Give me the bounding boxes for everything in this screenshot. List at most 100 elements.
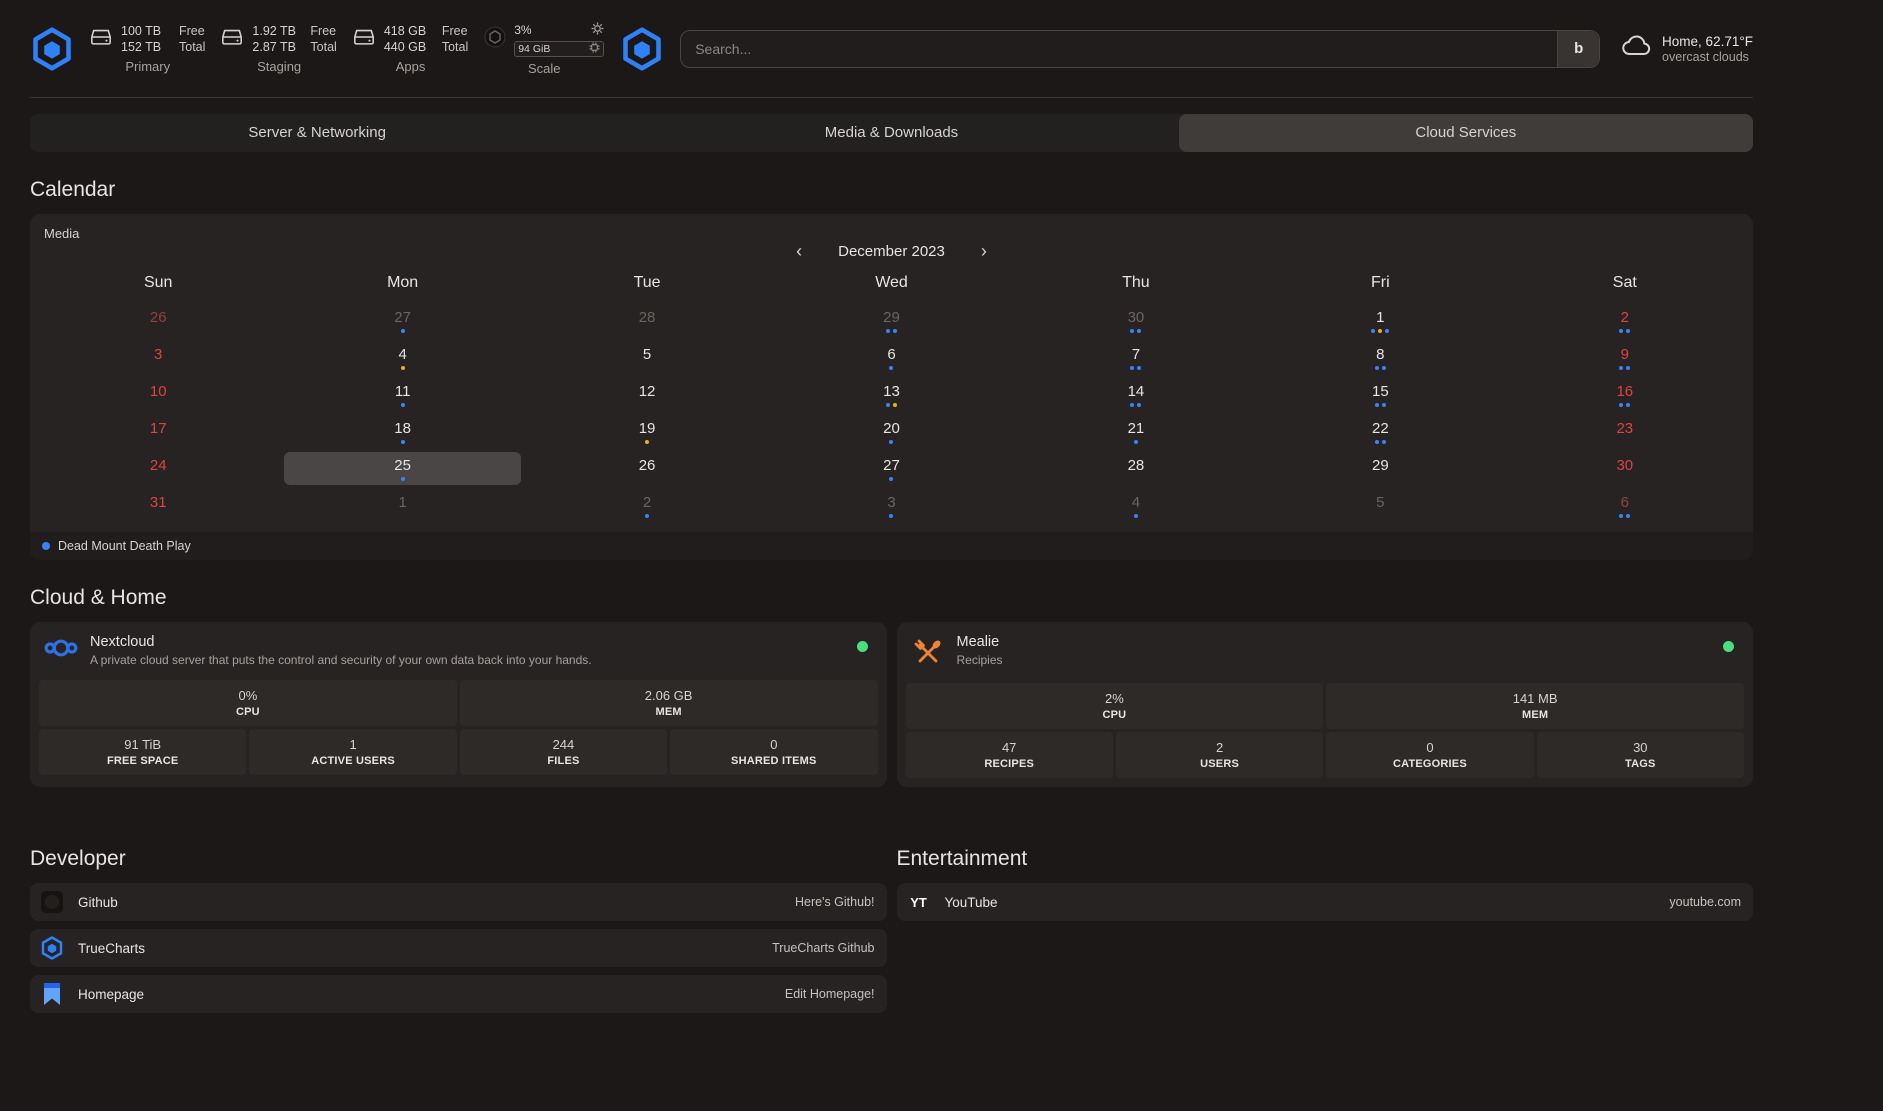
calendar-day-11[interactable]: 11 xyxy=(280,376,524,413)
search-input[interactable] xyxy=(681,41,1557,57)
resource-label: Apps xyxy=(396,59,426,74)
calendar-day-21[interactable]: 21 xyxy=(1014,413,1258,450)
calendar-day-3[interactable]: 3 xyxy=(36,339,280,376)
event-dot xyxy=(893,403,897,407)
truecharts-logo-icon[interactable] xyxy=(620,27,664,71)
calendar-day-14[interactable]: 14 xyxy=(1014,376,1258,413)
stat-files: 244FILES xyxy=(460,729,667,775)
calendar-day-12[interactable]: 12 xyxy=(525,376,769,413)
calendar-day-5[interactable]: 5 xyxy=(1258,487,1502,524)
calendar-day-28[interactable]: 28 xyxy=(525,302,769,339)
stat-value: 2 xyxy=(1216,740,1223,755)
tab-media-downloads[interactable]: Media & Downloads xyxy=(604,114,1178,152)
service-header-nextcloud[interactable]: Nextcloud A private cloud server that pu… xyxy=(39,631,878,677)
resource-value: 1.92 TB xyxy=(252,23,300,39)
weather-widget[interactable]: Home, 62.71°F overcast clouds xyxy=(1620,30,1753,67)
calendar-day-inner: 31 xyxy=(40,489,276,522)
calendar-day-28[interactable]: 28 xyxy=(1014,450,1258,487)
calendar-day-5[interactable]: 5 xyxy=(525,339,769,376)
tab-cloud-services[interactable]: Cloud Services xyxy=(1179,114,1753,152)
day-number: 25 xyxy=(394,457,411,474)
calendar-day-17[interactable]: 17 xyxy=(36,413,280,450)
entertainment-list: YT YouTube youtube.com xyxy=(897,883,1754,921)
calendar-day-inner: 23 xyxy=(1507,415,1743,448)
resource-top: 418 GBFree440 GBTotal xyxy=(353,23,468,55)
event-dots xyxy=(401,477,405,481)
stat-shared-items: 0SHARED ITEMS xyxy=(670,729,877,775)
stat-cpu: 0%CPU xyxy=(39,680,457,726)
calendar-day-26[interactable]: 26 xyxy=(36,302,280,339)
bookmark-homepage[interactable]: Homepage Edit Homepage! xyxy=(30,975,887,1013)
calendar-day-7[interactable]: 7 xyxy=(1014,339,1258,376)
day-number: 1 xyxy=(398,494,406,511)
day-number: 8 xyxy=(1376,346,1384,363)
event-dot xyxy=(1130,366,1134,370)
event-dot xyxy=(401,440,405,444)
scale-meters: 3% 94 GiB xyxy=(514,22,604,57)
day-number: 10 xyxy=(150,383,167,400)
calendar-day-inner: 4 xyxy=(284,341,520,374)
gear-icon[interactable] xyxy=(591,22,604,38)
calendar-day-29[interactable]: 29 xyxy=(769,302,1013,339)
truecharts-logo-icon[interactable] xyxy=(30,27,74,71)
stat-cpu: 2%CPU xyxy=(906,683,1324,729)
calendar-day-15[interactable]: 15 xyxy=(1258,376,1502,413)
calendar-day-29[interactable]: 29 xyxy=(1258,450,1502,487)
calendar-day-27[interactable]: 27 xyxy=(280,302,524,339)
calendar-day-30[interactable]: 30 xyxy=(1014,302,1258,339)
event-dot xyxy=(1626,403,1630,407)
calendar-day-4[interactable]: 4 xyxy=(1014,487,1258,524)
calendar-day-24[interactable]: 24 xyxy=(36,450,280,487)
nextcloud-icon xyxy=(42,636,80,660)
calendar-day-23[interactable]: 23 xyxy=(1503,413,1747,450)
calendar-day-6[interactable]: 6 xyxy=(769,339,1013,376)
calendar-day-8[interactable]: 8 xyxy=(1258,339,1502,376)
day-number: 5 xyxy=(643,346,651,363)
next-month-button[interactable]: › xyxy=(975,241,993,262)
calendar-day-20[interactable]: 20 xyxy=(769,413,1013,450)
tab-server-networking[interactable]: Server & Networking xyxy=(30,114,604,152)
event-dot xyxy=(1619,514,1623,518)
calendar-day-26[interactable]: 26 xyxy=(525,450,769,487)
search-provider-button[interactable]: b xyxy=(1557,31,1599,67)
calendar-day-inner: 11 xyxy=(284,378,520,411)
calendar-day-inner: 15 xyxy=(1262,378,1498,411)
stat-label: USERS xyxy=(1200,758,1239,770)
calendar-day-1[interactable]: 1 xyxy=(280,487,524,524)
service-header-mealie[interactable]: Mealie Recipies xyxy=(906,631,1745,680)
bookmark-description: Here's Github! xyxy=(795,895,875,909)
cpu-usage-value: 3% xyxy=(514,23,531,37)
status-dot xyxy=(1723,641,1734,652)
search-bar: b xyxy=(680,30,1600,68)
calendar-legend: Dead Mount Death Play xyxy=(30,532,1753,560)
calendar-day-3[interactable]: 3 xyxy=(769,487,1013,524)
calendar-day-30[interactable]: 30 xyxy=(1503,450,1747,487)
calendar-day-2[interactable]: 2 xyxy=(1503,302,1747,339)
day-number: 19 xyxy=(639,420,656,437)
calendar-day-18[interactable]: 18 xyxy=(280,413,524,450)
resource-row: 418 GBFree xyxy=(384,23,468,39)
entertainment-section: Entertainment YT YouTube youtube.com xyxy=(897,821,1754,929)
day-number: 15 xyxy=(1372,383,1389,400)
event-dots xyxy=(401,366,405,370)
calendar-day-1[interactable]: 1 xyxy=(1258,302,1502,339)
prev-month-button[interactable]: ‹ xyxy=(790,241,808,262)
calendar-day-10[interactable]: 10 xyxy=(36,376,280,413)
calendar-day-22[interactable]: 22 xyxy=(1258,413,1502,450)
day-number: 12 xyxy=(639,383,656,400)
event-dot xyxy=(893,329,897,333)
calendar-day-16[interactable]: 16 xyxy=(1503,376,1747,413)
bookmark-github[interactable]: Github Here's Github! xyxy=(30,883,887,921)
calendar-day-9[interactable]: 9 xyxy=(1503,339,1747,376)
bookmark-youtube[interactable]: YT YouTube youtube.com xyxy=(897,883,1754,921)
calendar-day-19[interactable]: 19 xyxy=(525,413,769,450)
calendar-day-4[interactable]: 4 xyxy=(280,339,524,376)
bookmark-truecharts[interactable]: TrueCharts TrueCharts Github xyxy=(30,929,887,967)
calendar-day-25[interactable]: 25 xyxy=(280,450,524,487)
calendar-day-13[interactable]: 13 xyxy=(769,376,1013,413)
event-dot xyxy=(645,440,649,444)
calendar-day-31[interactable]: 31 xyxy=(36,487,280,524)
calendar-day-27[interactable]: 27 xyxy=(769,450,1013,487)
calendar-day-2[interactable]: 2 xyxy=(525,487,769,524)
calendar-day-6[interactable]: 6 xyxy=(1503,487,1747,524)
